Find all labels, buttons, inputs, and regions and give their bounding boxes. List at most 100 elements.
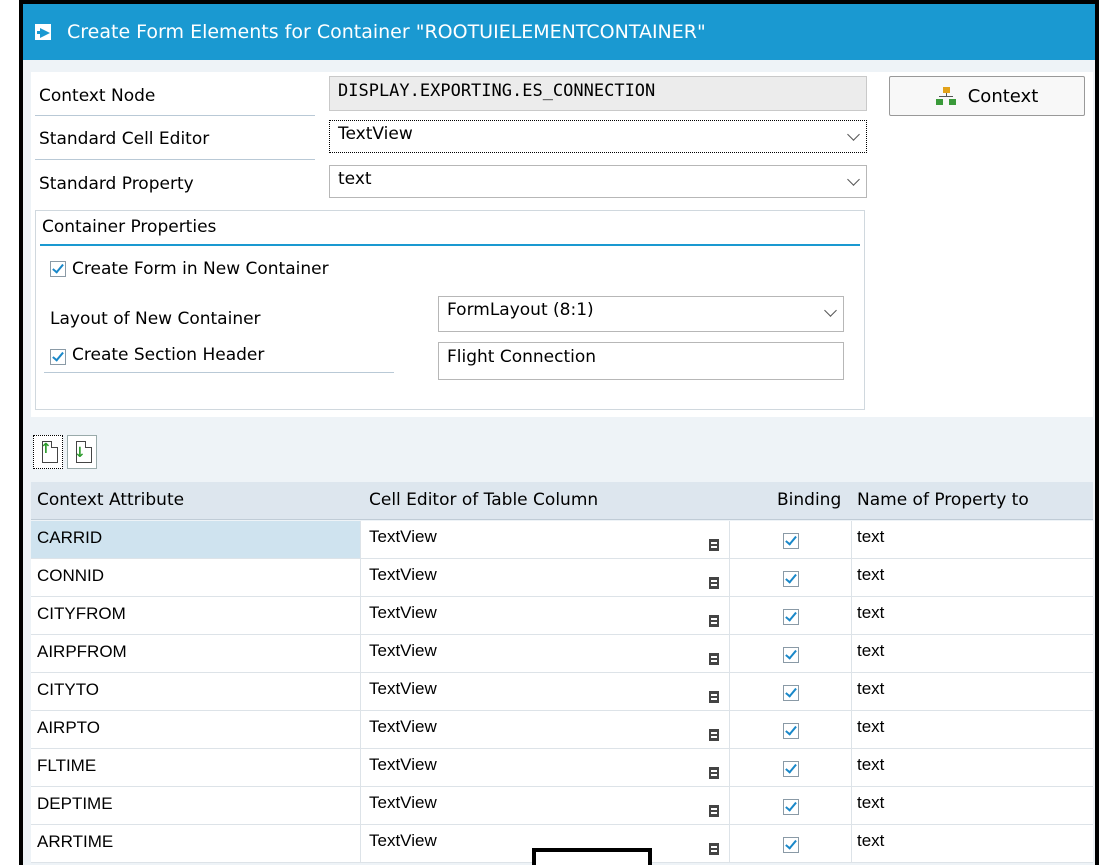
table-row[interactable]: CONNID TextView text	[31, 559, 1093, 597]
property-cell[interactable]: text	[857, 831, 884, 851]
property-cell[interactable]: text	[857, 679, 884, 699]
table-row[interactable]: DEPTIME TextView text	[31, 787, 1093, 825]
binding-checkbox[interactable]	[783, 723, 799, 739]
divider	[44, 372, 394, 373]
table-row[interactable]: FLTIME TextView text	[31, 749, 1093, 787]
attribute-cell[interactable]: ARRTIME	[31, 825, 361, 862]
create-form-checkbox[interactable]	[50, 261, 66, 277]
property-cell[interactable]: text	[857, 527, 884, 547]
property-value: text	[338, 169, 372, 189]
column-header[interactable]: Binding	[777, 490, 841, 510]
group-title: Container Properties	[42, 217, 217, 237]
property-dropdown[interactable]: text	[329, 165, 867, 198]
table-row[interactable]: AIRPFROM TextView text	[31, 635, 1093, 673]
chevron-down-icon	[847, 173, 860, 186]
title-bar: Create Form Elements for Container "ROOT…	[23, 4, 1095, 60]
chevron-down-icon	[824, 304, 837, 317]
property-cell[interactable]: text	[857, 793, 884, 813]
context-node-label: Context Node	[39, 86, 156, 106]
checkmark-icon	[52, 261, 64, 274]
value-help-icon[interactable]	[709, 615, 719, 627]
attribute-cell[interactable]: CONNID	[31, 559, 361, 596]
value-help-icon[interactable]	[709, 729, 719, 741]
dialog-window: Create Form Elements for Container "ROOT…	[19, 0, 1099, 865]
hierarchy-icon	[935, 87, 956, 105]
binding-checkbox[interactable]	[783, 761, 799, 777]
property-cell[interactable]: text	[857, 603, 884, 623]
container-properties-group: Container Properties Create Form in New …	[35, 210, 865, 410]
highlight-box	[532, 848, 652, 865]
table-row[interactable]: CARRID TextView text	[31, 521, 1093, 559]
binding-checkbox[interactable]	[783, 571, 799, 587]
value-help-icon[interactable]	[709, 653, 719, 665]
context-node-field[interactable]: DISPLAY.EXPORTING.ES_CONNECTION	[329, 76, 867, 111]
checkmark-icon	[785, 647, 797, 660]
editor-cell[interactable]: TextView	[369, 793, 437, 813]
checkmark-icon	[785, 837, 797, 850]
value-help-icon[interactable]	[709, 843, 719, 855]
column-header[interactable]: Context Attribute	[37, 490, 184, 510]
layout-label: Layout of New Container	[50, 309, 261, 329]
layout-dropdown[interactable]: FormLayout (8:1)	[438, 296, 844, 332]
value-help-icon[interactable]	[709, 767, 719, 779]
attribute-cell[interactable]: CARRID	[31, 521, 361, 558]
context-button[interactable]: Context	[889, 76, 1085, 116]
attribute-cell[interactable]: FLTIME	[31, 749, 361, 786]
editor-cell[interactable]: TextView	[369, 565, 437, 585]
cell-editor-dropdown[interactable]: TextView	[329, 120, 867, 153]
editor-cell[interactable]: TextView	[369, 755, 437, 775]
property-label: Standard Property	[39, 174, 194, 194]
move-down-button[interactable]: ↓	[67, 435, 97, 469]
binding-checkbox[interactable]	[783, 609, 799, 625]
editor-cell[interactable]: TextView	[369, 527, 437, 547]
value-help-icon[interactable]	[709, 577, 719, 589]
binding-checkbox[interactable]	[783, 837, 799, 853]
property-cell[interactable]: text	[857, 717, 884, 737]
attribute-cell[interactable]: AIRPFROM	[31, 635, 361, 672]
attribute-cell[interactable]: CITYTO	[31, 673, 361, 710]
property-cell[interactable]: text	[857, 565, 884, 585]
attribute-cell[interactable]: CITYFROM	[31, 597, 361, 634]
checkmark-icon	[52, 349, 64, 362]
editor-cell[interactable]: TextView	[369, 679, 437, 699]
table-row[interactable]: AIRPTO TextView text	[31, 711, 1093, 749]
editor-cell[interactable]: TextView	[369, 717, 437, 737]
arrow-down-icon: ↓	[74, 445, 86, 461]
column-header[interactable]: Name of Property to	[857, 490, 1029, 510]
dialog-title: Create Form Elements for Container "ROOT…	[67, 21, 706, 43]
value-help-icon[interactable]	[709, 691, 719, 703]
table-toolbar: ↑ ↓	[31, 431, 1093, 473]
editor-cell[interactable]: TextView	[369, 603, 437, 623]
value-help-icon[interactable]	[709, 805, 719, 817]
column-header[interactable]: Cell Editor of Table Column	[369, 490, 598, 510]
editor-cell[interactable]: TextView	[369, 641, 437, 661]
binding-checkbox[interactable]	[783, 533, 799, 549]
attribute-cell[interactable]: DEPTIME	[31, 787, 361, 824]
checkmark-icon	[785, 685, 797, 698]
checkmark-icon	[785, 571, 797, 584]
binding-checkbox[interactable]	[783, 685, 799, 701]
table-row[interactable]: CITYTO TextView text	[31, 673, 1093, 711]
binding-checkbox[interactable]	[783, 647, 799, 663]
section-header-checkbox[interactable]	[50, 349, 66, 365]
checkmark-icon	[785, 609, 797, 622]
chevron-down-icon	[847, 128, 860, 141]
cell-editor-value: TextView	[338, 124, 413, 144]
attribute-cell[interactable]: AIRPTO	[31, 711, 361, 748]
table-header: Context Attribute Cell Editor of Table C…	[31, 482, 1093, 520]
divider	[35, 115, 315, 116]
layout-value: FormLayout (8:1)	[447, 300, 594, 320]
divider	[35, 159, 315, 160]
create-form-label: Create Form in New Container	[72, 259, 329, 279]
property-cell[interactable]: text	[857, 755, 884, 775]
property-cell[interactable]: text	[857, 641, 884, 661]
move-up-button[interactable]: ↑	[33, 435, 63, 469]
editor-cell[interactable]: TextView	[369, 831, 437, 851]
section-header-input[interactable]: Flight Connection	[438, 342, 844, 380]
cell-editor-label: Standard Cell Editor	[39, 129, 210, 149]
value-help-icon[interactable]	[709, 539, 719, 551]
section-header-label: Create Section Header	[72, 345, 265, 365]
checkmark-icon	[785, 761, 797, 774]
binding-checkbox[interactable]	[783, 799, 799, 815]
table-row[interactable]: CITYFROM TextView text	[31, 597, 1093, 635]
